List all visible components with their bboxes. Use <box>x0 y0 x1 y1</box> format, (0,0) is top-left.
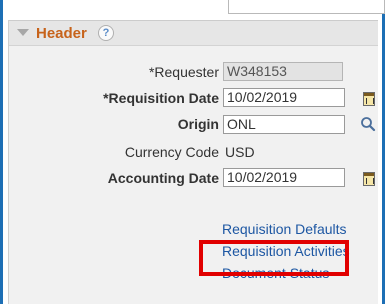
origin-input[interactable]: ONL <box>223 115 345 134</box>
currency-code-value: USD <box>225 144 255 160</box>
top-input-field-edge[interactable] <box>228 0 385 14</box>
help-icon[interactable]: ? <box>98 25 114 41</box>
collapse-triangle-icon[interactable] <box>17 29 29 36</box>
requester-field: W348153 <box>223 62 343 81</box>
calendar-icon[interactable] <box>363 92 375 106</box>
requisition-defaults-link[interactable]: Requisition Defaults <box>222 221 347 237</box>
currency-code-label: Currency Code <box>124 144 219 160</box>
origin-label: Origin <box>177 116 219 132</box>
highlight-box <box>199 240 349 276</box>
requester-label: *Requester <box>148 64 219 80</box>
header-section-bar[interactable]: Header ? <box>9 20 378 46</box>
calendar-icon[interactable] <box>363 172 375 186</box>
requisition-date-input[interactable]: 10/02/2019 <box>223 88 345 107</box>
requisition-date-label: *Requisition Date <box>103 90 219 106</box>
lookup-search-icon[interactable] <box>360 116 376 132</box>
accounting-date-label: Accounting Date <box>107 170 219 186</box>
accounting-date-input[interactable]: 10/02/2019 <box>223 168 345 187</box>
section-title: Header <box>36 25 87 42</box>
